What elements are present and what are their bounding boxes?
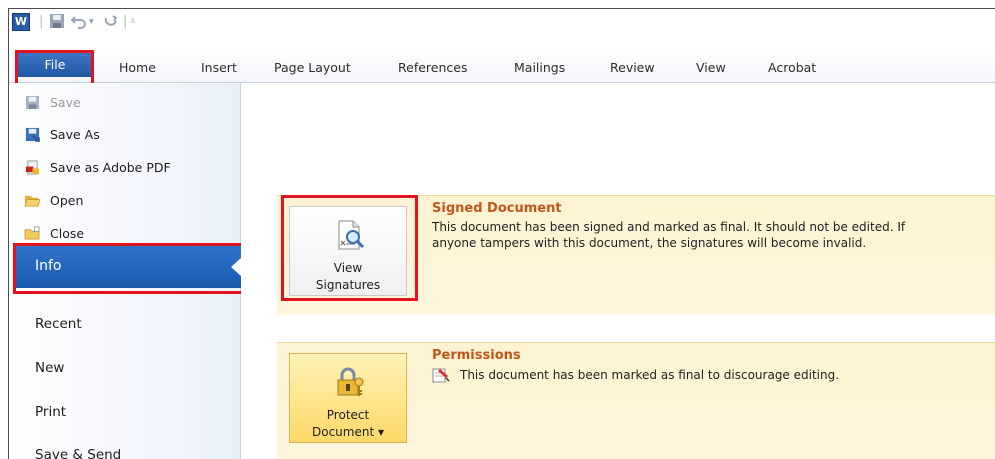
protect-document-button[interactable]: Protect Document ▾ bbox=[289, 353, 407, 443]
signed-document-title: Signed Document bbox=[432, 201, 562, 216]
signed-document-section: View Signatures Signed Document This doc… bbox=[277, 195, 995, 315]
word-logo-icon[interactable]: W bbox=[12, 13, 30, 31]
protect-document-icon bbox=[337, 367, 364, 396]
undo-dropdown-icon[interactable]: ▾ bbox=[89, 13, 94, 31]
nav-save-and-send[interactable]: Save & Send bbox=[35, 447, 121, 459]
separator: | bbox=[39, 14, 44, 29]
signed-document-line-1: This document has been signed and marked… bbox=[432, 220, 906, 234]
separator: | bbox=[123, 14, 128, 29]
tab-file[interactable]: File bbox=[18, 53, 92, 77]
undo-icon[interactable] bbox=[70, 13, 87, 31]
backstage-nav: Save Save As Save as Adobe PDF Open Clos… bbox=[9, 83, 241, 459]
view-signatures-label-2: Signatures bbox=[315, 278, 381, 292]
permissions-title: Permissions bbox=[432, 348, 521, 363]
nav-info-label: Info bbox=[35, 258, 62, 274]
permissions-section: Protect Document ▾ Permissions This docu… bbox=[277, 342, 995, 459]
nav-info[interactable]: Info bbox=[15, 246, 241, 288]
tab-view[interactable]: View bbox=[696, 60, 726, 75]
info-content: View Signatures Signed Document This doc… bbox=[241, 83, 995, 459]
save-icon bbox=[25, 95, 40, 109]
ribbon-tab-bar: File Home Insert Page Layout References … bbox=[9, 47, 995, 83]
word-window: W | ▾ | ⩡ File Home Insert Page Layout R… bbox=[8, 8, 995, 459]
open-command[interactable]: Open bbox=[24, 189, 83, 211]
save-as-adobe-pdf-label: Save as Adobe PDF bbox=[50, 159, 171, 175]
view-signatures-icon bbox=[338, 220, 365, 250]
adobe-pdf-icon bbox=[25, 159, 40, 175]
tab-acrobat[interactable]: Acrobat bbox=[768, 60, 816, 75]
tab-review[interactable]: Review bbox=[610, 60, 655, 75]
save-as-icon bbox=[25, 127, 40, 142]
tab-references[interactable]: References bbox=[398, 60, 467, 75]
tab-insert[interactable]: Insert bbox=[201, 60, 237, 75]
redo-icon[interactable] bbox=[103, 13, 119, 31]
close-folder-icon bbox=[24, 226, 40, 239]
marked-final-row: This document has been marked as final t… bbox=[432, 367, 839, 383]
quick-access-toolbar: W | ▾ | ⩡ bbox=[9, 9, 995, 47]
view-signatures-label-1: View bbox=[333, 261, 363, 275]
save-command[interactable]: Save bbox=[24, 91, 81, 113]
customize-qat-icon[interactable]: ⩡ bbox=[130, 13, 136, 31]
save-as-label: Save As bbox=[50, 126, 100, 142]
signed-document-description: This document has been signed and marked… bbox=[432, 219, 995, 251]
tab-home[interactable]: Home bbox=[119, 60, 156, 75]
marked-final-text: This document has been marked as final t… bbox=[460, 368, 840, 382]
tab-mailings[interactable]: Mailings bbox=[514, 60, 565, 75]
nav-new[interactable]: New bbox=[35, 360, 64, 376]
view-signatures-button[interactable]: View Signatures bbox=[289, 206, 407, 296]
tab-page-layout[interactable]: Page Layout bbox=[274, 60, 351, 75]
nav-recent[interactable]: Recent bbox=[35, 316, 82, 332]
close-command[interactable]: Close bbox=[24, 222, 84, 244]
save-icon[interactable] bbox=[49, 13, 65, 31]
save-label: Save bbox=[50, 94, 81, 110]
protect-document-label-1: Protect bbox=[326, 408, 370, 422]
marked-as-final-icon bbox=[432, 368, 450, 383]
selected-indicator bbox=[231, 258, 241, 276]
open-label: Open bbox=[50, 192, 84, 208]
save-as-command[interactable]: Save As bbox=[24, 123, 100, 145]
save-as-adobe-pdf-command[interactable]: Save as Adobe PDF bbox=[24, 156, 171, 178]
protect-document-label-2: Document ▾ bbox=[311, 425, 384, 439]
nav-print[interactable]: Print bbox=[35, 404, 66, 420]
close-label: Close bbox=[50, 225, 85, 241]
open-folder-icon bbox=[24, 195, 41, 206]
signed-document-line-2: anyone tampers with this document, the s… bbox=[432, 236, 867, 250]
